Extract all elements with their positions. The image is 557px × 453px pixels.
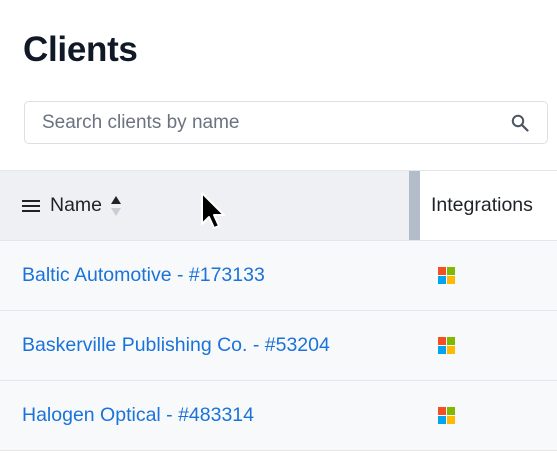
search-icon[interactable] bbox=[511, 114, 529, 132]
clients-page: Clients Name Integr bbox=[0, 0, 557, 453]
microsoft-icon bbox=[438, 267, 455, 284]
column-resize-handle[interactable] bbox=[409, 171, 420, 240]
column-header-integrations[interactable]: Integrations bbox=[420, 171, 557, 240]
sort-ascending-icon[interactable] bbox=[110, 195, 122, 217]
client-link[interactable]: Baskerville Publishing Co. - #53204 bbox=[22, 333, 330, 357]
table-row: Baltic Automotive - #173133 bbox=[0, 241, 557, 311]
table-header-row: Name Integrations bbox=[0, 170, 557, 241]
mouse-cursor-icon bbox=[201, 192, 225, 229]
column-header-integrations-label: Integrations bbox=[431, 194, 533, 216]
clients-table: Name Integrations Baltic Automotive - #1… bbox=[0, 170, 557, 451]
menu-icon[interactable] bbox=[22, 199, 40, 213]
column-header-name-label: Name bbox=[50, 194, 103, 216]
table-row: Halogen Optical - #483314 bbox=[0, 381, 557, 451]
microsoft-icon bbox=[438, 337, 455, 354]
search-box[interactable] bbox=[24, 101, 548, 144]
table-row: Baskerville Publishing Co. - #53204 bbox=[0, 311, 557, 381]
page-title: Clients bbox=[23, 30, 138, 69]
search-input[interactable] bbox=[25, 102, 495, 143]
client-link[interactable]: Halogen Optical - #483314 bbox=[22, 403, 254, 427]
microsoft-icon bbox=[438, 407, 455, 424]
client-link[interactable]: Baltic Automotive - #173133 bbox=[22, 263, 265, 287]
